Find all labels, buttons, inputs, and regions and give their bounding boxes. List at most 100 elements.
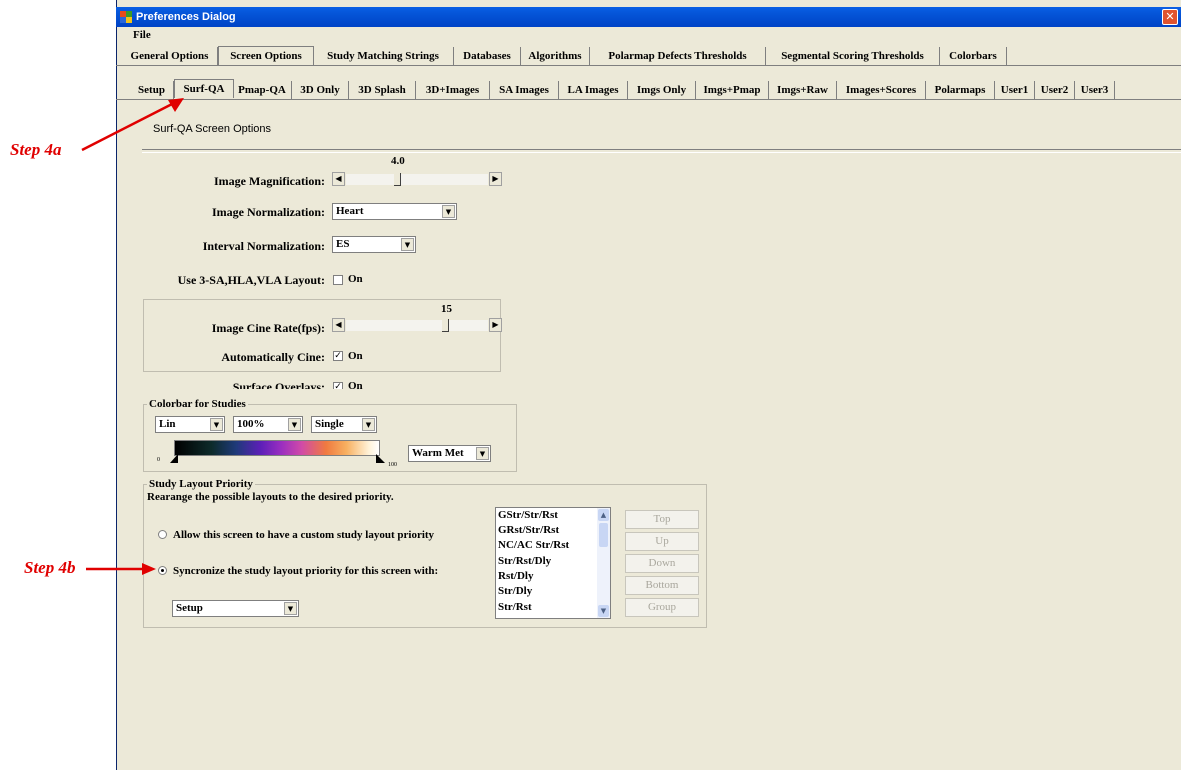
chevron-down-icon[interactable]: ▼ [284, 602, 297, 615]
image-magnification-value: 4.0 [391, 155, 405, 167]
list-item[interactable]: Rst/Dly [498, 570, 533, 582]
sync-priority-label[interactable]: Syncronize the study layout priority for… [173, 564, 443, 578]
list-item[interactable]: Str/Rst [498, 601, 532, 613]
subtab-images-scores[interactable]: Images+Scores [837, 81, 926, 99]
colorbar-max-handle-icon[interactable] [376, 454, 386, 463]
tab-screen-options[interactable]: Screen Options [218, 46, 314, 65]
scroll-up-icon[interactable]: ▲ [598, 509, 609, 521]
scroll-thumb[interactable] [599, 523, 608, 547]
list-item[interactable]: Str/Rst/Dly [498, 555, 551, 567]
top-button[interactable]: Top [625, 510, 699, 529]
colorbar-percent-select[interactable]: 100% ▼ [233, 416, 303, 433]
chevron-down-icon[interactable]: ▼ [442, 205, 455, 218]
colorbar-percent-value: 100% [237, 418, 265, 430]
slider-thumb[interactable] [442, 319, 449, 332]
chevron-down-icon[interactable]: ▼ [288, 418, 301, 431]
down-button[interactable]: Down [625, 554, 699, 573]
colorbar-group-title: Colorbar for Studies [147, 398, 248, 410]
subtab-3d-images[interactable]: 3D+Images [416, 81, 490, 99]
window-title: Preferences Dialog [136, 11, 236, 23]
cine-rate-slider[interactable]: ◀ ▶ [332, 318, 502, 333]
auto-cine-checkbox[interactable]: ✓ [333, 351, 343, 361]
image-normalization-label: Image Normalization: [212, 205, 325, 219]
menu-file[interactable]: File [133, 29, 151, 41]
app-icon [120, 11, 132, 23]
tab-study-matching-strings[interactable]: Study Matching Strings [313, 47, 454, 65]
surface-overlays-label: Surface Overlays: [232, 380, 325, 389]
image-normalization-select[interactable]: Heart ▼ [332, 203, 457, 220]
subtab-user3[interactable]: User3 [1075, 81, 1115, 99]
up-button[interactable]: Up [625, 532, 699, 551]
slider-right-arrow-icon[interactable]: ▶ [489, 172, 502, 186]
subtab-user2[interactable]: User2 [1035, 81, 1075, 99]
tab-polarmap-defects-thresholds[interactable]: Polarmap Defects Thresholds [590, 47, 766, 65]
image-magnification-label: Image Magnification: [214, 174, 325, 188]
list-item[interactable]: GStr/Str/Rst [498, 509, 558, 521]
colorbar-mode-value: Single [315, 418, 344, 430]
cine-rate-label: Image Cine Rate(fps): [211, 321, 325, 335]
list-item[interactable]: Str/Dly [498, 585, 532, 597]
image-magnification-slider[interactable]: ◀ ▶ [332, 172, 502, 187]
subtab-sa-images[interactable]: SA Images [490, 81, 559, 99]
close-icon[interactable]: ✕ [1162, 9, 1178, 25]
layout-priority-title: Study Layout Priority [147, 478, 255, 490]
sync-screen-value: Setup [176, 602, 203, 614]
sync-priority-radio[interactable] [158, 566, 167, 575]
step-4b-arrow-icon [86, 563, 156, 575]
image-normalization-value: Heart [336, 205, 364, 217]
list-scrollbar[interactable]: ▲ ▼ [597, 508, 610, 618]
layout-priority-list[interactable]: GStr/Str/Rst GRst/Str/Rst NC/AC Str/Rst … [495, 507, 611, 619]
subtab-3d-splash[interactable]: 3D Splash [349, 81, 416, 99]
tab-databases[interactable]: Databases [454, 47, 521, 65]
subtab-imgs-only[interactable]: Imgs Only [628, 81, 696, 99]
colorbar-mode-select[interactable]: Single ▼ [311, 416, 377, 433]
title-bar[interactable]: Preferences Dialog ✕ [116, 7, 1181, 27]
colorbar-palette-select[interactable]: Warm Met ▼ [408, 445, 491, 462]
interval-normalization-label: Interval Normalization: [202, 239, 325, 253]
tab-general-options[interactable]: General Options [122, 47, 218, 65]
tab-colorbars[interactable]: Colorbars [940, 47, 1007, 65]
chevron-down-icon[interactable]: ▼ [401, 238, 414, 251]
subtab-user1[interactable]: User1 [995, 81, 1035, 99]
surface-overlays-row: Surface Overlays: ✓ On [140, 379, 440, 389]
section-separator [142, 149, 1181, 153]
tab-algorithms[interactable]: Algorithms [521, 47, 590, 65]
slider-left-arrow-icon[interactable]: ◀ [332, 172, 345, 186]
list-item[interactable]: NC/AC Str/Rst [498, 539, 569, 551]
group-button[interactable]: Group [625, 598, 699, 617]
colorbar-scale-select[interactable]: Lin ▼ [155, 416, 225, 433]
step-4b-annotation: Step 4b [24, 558, 76, 577]
scroll-down-icon[interactable]: ▼ [598, 605, 609, 617]
subtab-imgs-raw[interactable]: Imgs+Raw [769, 81, 837, 99]
colorbar-min-handle-icon[interactable] [170, 454, 180, 463]
slider-right-arrow-icon[interactable]: ▶ [489, 318, 502, 332]
colorbar-scale-value: Lin [159, 418, 176, 430]
subtab-la-images[interactable]: LA Images [559, 81, 628, 99]
colorbar-gradient [174, 440, 380, 456]
step-4a-arrow-icon [81, 98, 184, 152]
tab-segmental-scoring-thresholds[interactable]: Segmental Scoring Thresholds [766, 47, 940, 65]
slider-thumb[interactable] [394, 173, 401, 186]
list-item[interactable]: GRst/Str/Rst [498, 524, 559, 536]
bottom-button[interactable]: Bottom [625, 576, 699, 595]
slider-left-arrow-icon[interactable]: ◀ [332, 318, 345, 332]
step-4a-annotation: Step 4a [10, 140, 62, 159]
main-tab-baseline [116, 65, 1181, 66]
surface-overlays-on-label: On [348, 380, 363, 389]
sync-screen-select[interactable]: Setup ▼ [172, 600, 299, 617]
surface-overlays-checkbox[interactable]: ✓ [333, 382, 343, 389]
interval-normalization-select[interactable]: ES ▼ [332, 236, 416, 253]
menu-bar: File [116, 27, 1181, 43]
layout-3sa-checkbox[interactable] [333, 275, 343, 285]
subtab-pmap-qa[interactable]: Pmap-QA [233, 81, 292, 99]
chevron-down-icon[interactable]: ▼ [476, 447, 489, 460]
subtab-polarmaps[interactable]: Polarmaps [926, 81, 995, 99]
custom-priority-label[interactable]: Allow this screen to have a custom study… [173, 528, 463, 542]
subtab-3d-only[interactable]: 3D Only [292, 81, 349, 99]
chevron-down-icon[interactable]: ▼ [210, 418, 223, 431]
subtab-surf-qa[interactable]: Surf-QA [174, 79, 234, 98]
subtab-imgs-pmap[interactable]: Imgs+Pmap [696, 81, 769, 99]
colorbar-palette-value: Warm Met [412, 447, 464, 459]
chevron-down-icon[interactable]: ▼ [362, 418, 375, 431]
custom-priority-radio[interactable] [158, 530, 167, 539]
